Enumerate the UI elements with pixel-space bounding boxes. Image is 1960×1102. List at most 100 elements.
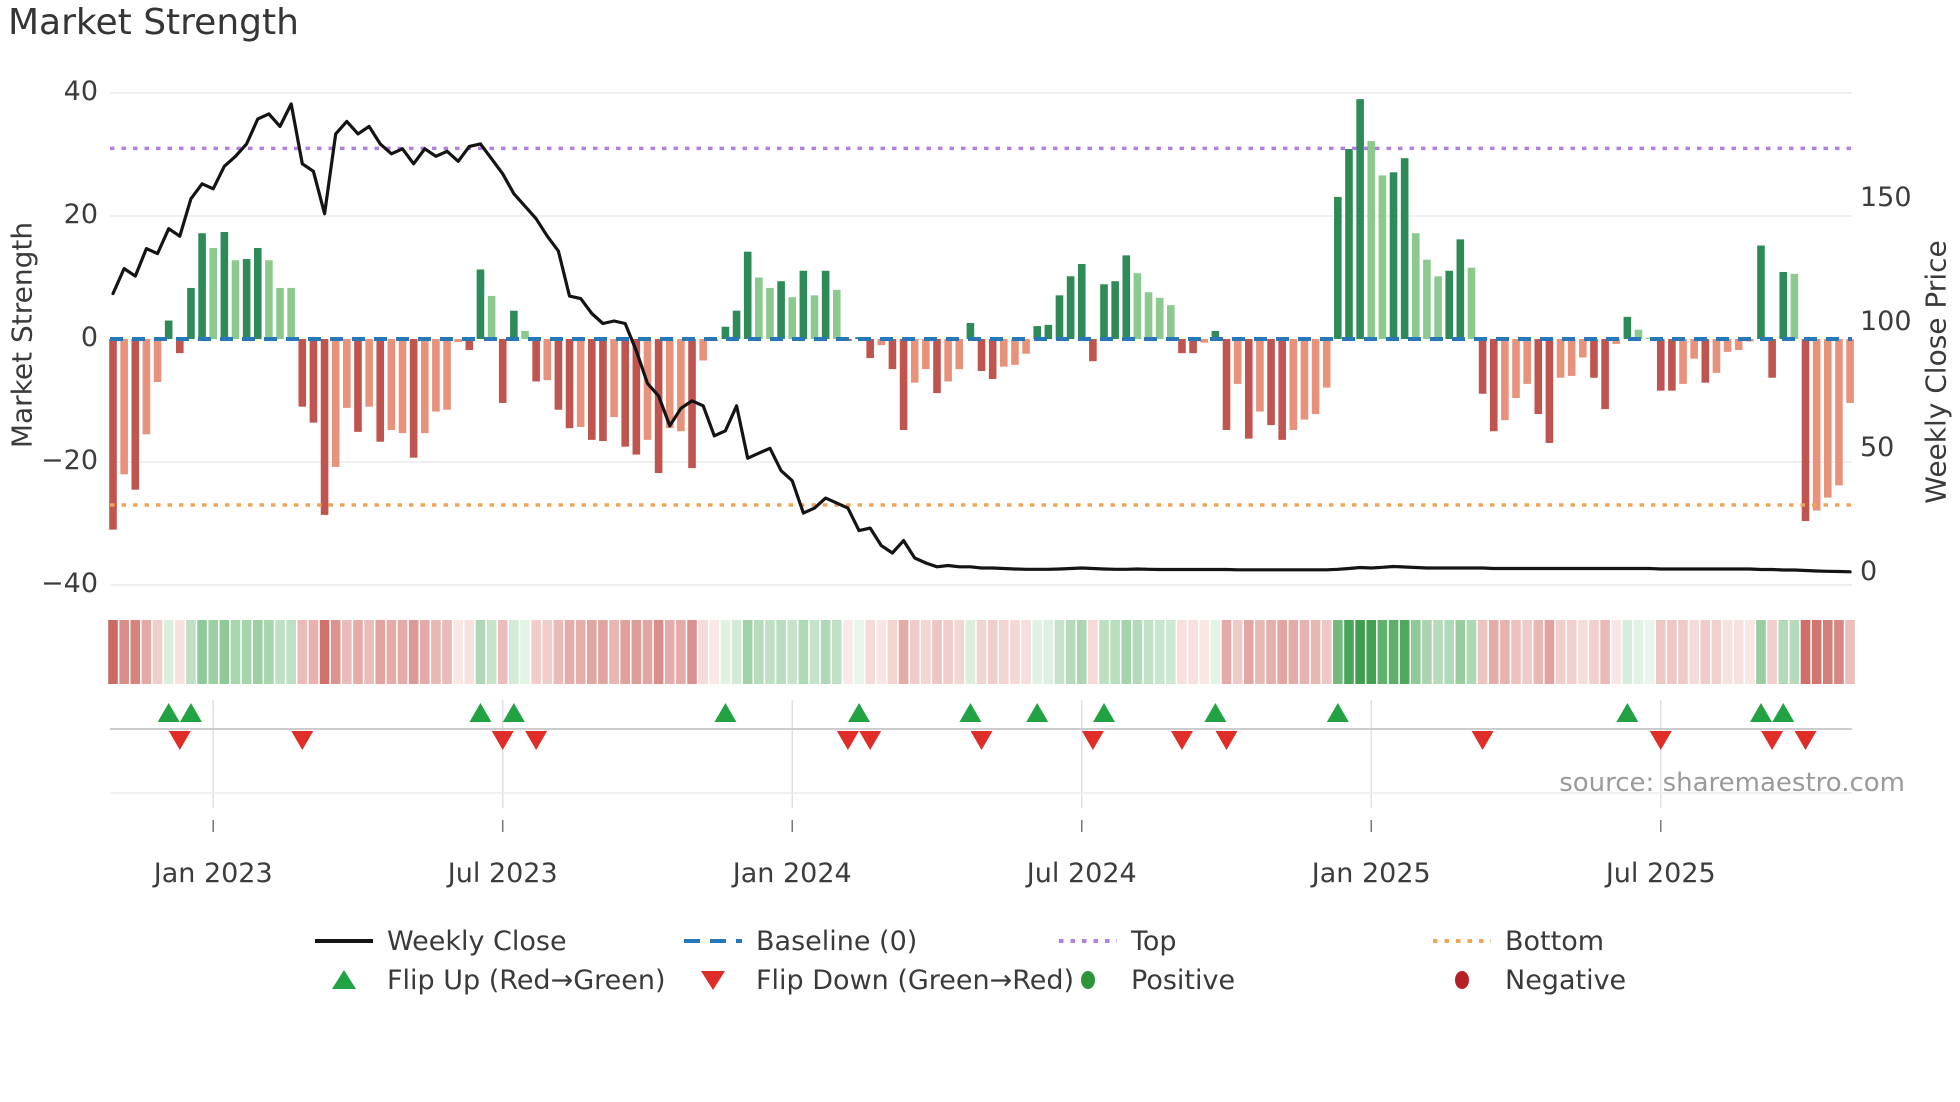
line-swatch	[315, 939, 373, 943]
heatmap-cell	[1288, 620, 1299, 684]
strength-bar	[1779, 271, 1788, 339]
heatmap-cell	[1154, 620, 1165, 684]
triangle-up-swatch	[332, 970, 356, 989]
flip-up-marker	[1772, 703, 1795, 722]
strength-bar	[521, 331, 529, 339]
heatmap-cell	[720, 620, 731, 684]
heatmap-cell	[1711, 620, 1722, 684]
heatmap-cell	[642, 620, 653, 684]
heatmap-cell	[1511, 620, 1521, 684]
heatmap-cell	[731, 620, 742, 684]
flip-up-marker	[179, 703, 202, 722]
heatmap-cell	[687, 620, 697, 684]
heatmap-cell	[1121, 620, 1132, 684]
heatmap-cell	[1032, 620, 1043, 684]
strength-bar	[1278, 339, 1286, 440]
strength-bar	[699, 339, 707, 361]
heatmap-cell	[1667, 620, 1677, 684]
heatmap-cell	[475, 620, 486, 684]
strength-bar	[1322, 339, 1331, 388]
flip-down-marker	[491, 731, 514, 750]
strength-bar	[1055, 295, 1064, 339]
strength-bar	[1334, 196, 1342, 339]
heatmap-cell	[664, 620, 675, 684]
heatmap-cell	[1088, 620, 1098, 684]
heatmap-cell	[175, 620, 185, 684]
strength-bar	[554, 339, 563, 410]
strength-bar	[1701, 339, 1710, 383]
strength-bar	[1022, 339, 1030, 354]
strength-bar	[1345, 148, 1353, 339]
x-tick-label: Jan 2024	[732, 858, 852, 889]
heatmap-cell	[497, 620, 508, 684]
strength-bar	[487, 295, 496, 339]
heatmap-cell	[1834, 620, 1844, 684]
flip-up-marker	[502, 703, 525, 722]
strength-bar	[164, 320, 173, 339]
flip-down-marker	[1649, 731, 1672, 750]
heatmap-cell	[1299, 620, 1310, 684]
heatmap-cell	[1355, 620, 1365, 684]
heatmap-cell	[776, 620, 786, 684]
heatmap-cell	[1544, 620, 1555, 684]
heatmap-cell	[509, 620, 519, 684]
strength-bar	[343, 339, 351, 408]
strength-bar	[988, 339, 997, 379]
heatmap-cell	[798, 620, 809, 684]
heatmap-cell	[286, 620, 296, 684]
legend-item-label: Positive	[1131, 964, 1236, 996]
flip-down-marker	[1215, 731, 1238, 750]
heatmap-cell	[1589, 620, 1599, 684]
strength-bar	[153, 339, 162, 383]
strength-bar	[532, 339, 540, 382]
strength-bar	[1523, 339, 1531, 384]
strength-bar	[1601, 339, 1609, 410]
heatmap-cell	[1333, 620, 1343, 684]
heatmap-cell	[353, 620, 363, 684]
heatmap-cell	[876, 620, 887, 684]
strength-bar	[899, 339, 908, 431]
heatmap-cell	[742, 620, 753, 684]
strength-bar	[265, 260, 273, 339]
flip-down-marker	[1471, 731, 1494, 750]
strength-bar	[1044, 324, 1053, 339]
strength-bar	[799, 270, 808, 339]
heatmap-cell	[1500, 620, 1510, 684]
heatmap-cell	[308, 620, 319, 684]
strength-bar	[1144, 292, 1153, 339]
strength-bar	[643, 339, 652, 440]
legend-item-negative: Negative	[1433, 962, 1626, 998]
heatmap-cell	[598, 620, 608, 684]
heatmap-cell	[531, 620, 541, 684]
strength-bar	[276, 287, 284, 339]
strength-bar	[354, 339, 362, 432]
heatmap-cell	[1689, 620, 1699, 684]
heatmap-cell	[976, 620, 987, 684]
strength-bar	[588, 339, 596, 440]
heatmap-cell	[553, 620, 564, 684]
strength-bar	[176, 339, 184, 354]
strength-bar	[187, 287, 195, 339]
legend-item-baseline-0: Baseline (0)	[684, 923, 917, 959]
strength-bar	[1411, 233, 1420, 339]
strength-bar	[1501, 339, 1509, 421]
heatmap-cell	[1789, 620, 1800, 684]
heatmap-cell	[542, 620, 553, 684]
heatmap-cell	[264, 620, 274, 684]
heatmap-cell	[1232, 620, 1243, 684]
heatmap-cell	[1733, 620, 1744, 684]
heatmap-cell	[1422, 620, 1432, 684]
heatmap-cell	[1321, 620, 1332, 684]
strength-bar	[1434, 276, 1442, 339]
legend-item-weekly-close: Weekly Close	[315, 923, 567, 959]
heatmap-cell	[1132, 620, 1143, 684]
strength-bar	[398, 339, 407, 434]
flip-down-marker	[836, 731, 859, 750]
heatmap-cell	[1388, 620, 1399, 684]
heatmap-cell	[631, 620, 642, 684]
x-tick-label: Jan 2023	[153, 858, 273, 889]
strength-bar	[1311, 339, 1320, 415]
heatmap-cell	[1166, 620, 1176, 684]
heatmap-cell	[854, 620, 864, 684]
legend-item-flip-up-red-green: Flip Up (Red→Green)	[315, 962, 666, 998]
